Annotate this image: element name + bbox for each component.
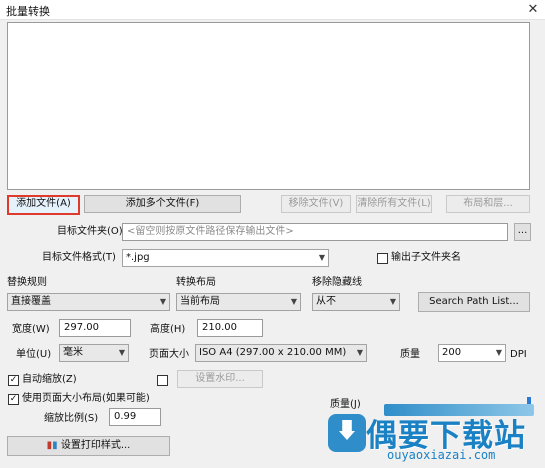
unit-select[interactable]: 毫米 ▼ bbox=[59, 344, 129, 362]
zoom-ratio-label: 缩放比例(S) bbox=[44, 413, 99, 424]
chevron-down-icon: ▼ bbox=[495, 348, 502, 357]
title-bar bbox=[0, 0, 545, 20]
window-title: 批量转换 bbox=[6, 5, 50, 18]
remove-file-button[interactable]: 移除文件(V) bbox=[281, 195, 351, 213]
remove-hidden-lines-select[interactable]: 从不 ▼ bbox=[312, 293, 400, 311]
file-list[interactable] bbox=[7, 22, 530, 190]
print-style-button[interactable]: ▮▮ 设置打印样式... bbox=[7, 436, 170, 456]
close-button[interactable]: ✕ bbox=[522, 0, 544, 20]
height-label: 高度(H) bbox=[150, 324, 186, 335]
replace-rule-select[interactable]: 直接覆盖 ▼ bbox=[7, 293, 170, 311]
remove-hidden-lines-label: 移除隐藏线 bbox=[312, 277, 362, 288]
watermark-logo-url: ouyaoxiazai.com bbox=[387, 448, 496, 462]
chevron-down-icon: ▼ bbox=[290, 297, 297, 306]
width-input[interactable]: 297.00 bbox=[59, 319, 131, 337]
printer-icon-part: ▮ bbox=[52, 440, 58, 451]
unit-value: 毫米 bbox=[63, 347, 83, 358]
replace-rule-label: 替换规则 bbox=[7, 277, 47, 288]
target-format-value: *.jpg bbox=[126, 252, 150, 263]
use-page-layout-label: 使用页面大小布局(如果可能) bbox=[22, 393, 150, 404]
quality-select[interactable]: 200 ▼ bbox=[438, 344, 506, 362]
convert-layout-select[interactable]: 当前布局 ▼ bbox=[176, 293, 301, 311]
remove-all-files-button[interactable]: 清除所有文件(L) bbox=[356, 195, 432, 213]
search-path-list-button[interactable]: Search Path List... bbox=[418, 292, 530, 312]
layout-button[interactable]: 布局和层... bbox=[446, 195, 530, 213]
convert-layout-value: 当前布局 bbox=[180, 296, 220, 307]
height-input[interactable]: 210.00 bbox=[197, 319, 263, 337]
watermark-button[interactable]: 设置水印... bbox=[177, 370, 263, 388]
dpi-label: DPI bbox=[510, 349, 527, 360]
remove-hidden-lines-value: 从不 bbox=[316, 296, 336, 307]
watermark-checkbox[interactable] bbox=[157, 375, 168, 386]
target-format-select[interactable]: *.jpg ▼ bbox=[122, 249, 329, 267]
download-icon bbox=[328, 414, 366, 452]
output-subfolder-label: 输出子文件夹名 bbox=[391, 252, 461, 263]
page-size-value: ISO A4 (297.00 x 210.00 MM) bbox=[199, 347, 347, 358]
page-size-select[interactable]: ISO A4 (297.00 x 210.00 MM) ▼ bbox=[195, 344, 367, 362]
convert-layout-label: 转换布局 bbox=[176, 277, 216, 288]
add-file-button[interactable]: 添加文件(A) bbox=[7, 195, 80, 215]
target-folder-placeholder: <留空则按原文件路径保存输出文件> bbox=[127, 226, 294, 237]
zoom-ratio-input[interactable]: 0.99 bbox=[109, 408, 161, 426]
chevron-down-icon: ▼ bbox=[318, 253, 325, 262]
target-folder-input[interactable]: <留空则按原文件路径保存输出文件> bbox=[122, 223, 508, 241]
browse-button[interactable]: ... bbox=[514, 223, 531, 241]
use-page-layout-checkbox[interactable]: ✓ bbox=[8, 394, 19, 405]
chevron-down-icon: ▼ bbox=[118, 348, 125, 357]
print-style-label: 设置打印样式... bbox=[60, 440, 131, 451]
target-format-label: 目标文件格式(T) bbox=[42, 252, 116, 263]
replace-rule-value: 直接覆盖 bbox=[11, 296, 51, 307]
width-label: 宽度(W) bbox=[12, 324, 50, 335]
unit-label: 单位(U) bbox=[16, 349, 52, 360]
page-size-label: 页面大小 bbox=[149, 349, 189, 360]
chevron-down-icon: ▼ bbox=[389, 297, 396, 306]
quality-label: 质量 bbox=[400, 349, 420, 360]
auto-zoom-checkbox[interactable]: ✓ bbox=[8, 375, 19, 386]
chevron-down-icon: ▼ bbox=[356, 348, 363, 357]
target-folder-label: 目标文件夹(O) bbox=[57, 226, 123, 237]
add-multiple-files-button[interactable]: 添加多个文件(F) bbox=[84, 195, 241, 213]
auto-zoom-label: 自动缩放(Z) bbox=[22, 374, 77, 385]
output-subfolder-checkbox[interactable] bbox=[377, 253, 388, 264]
chevron-down-icon: ▼ bbox=[159, 297, 166, 306]
quality-value: 200 bbox=[442, 347, 462, 358]
quality-slider-label: 质量(J) bbox=[330, 399, 361, 410]
